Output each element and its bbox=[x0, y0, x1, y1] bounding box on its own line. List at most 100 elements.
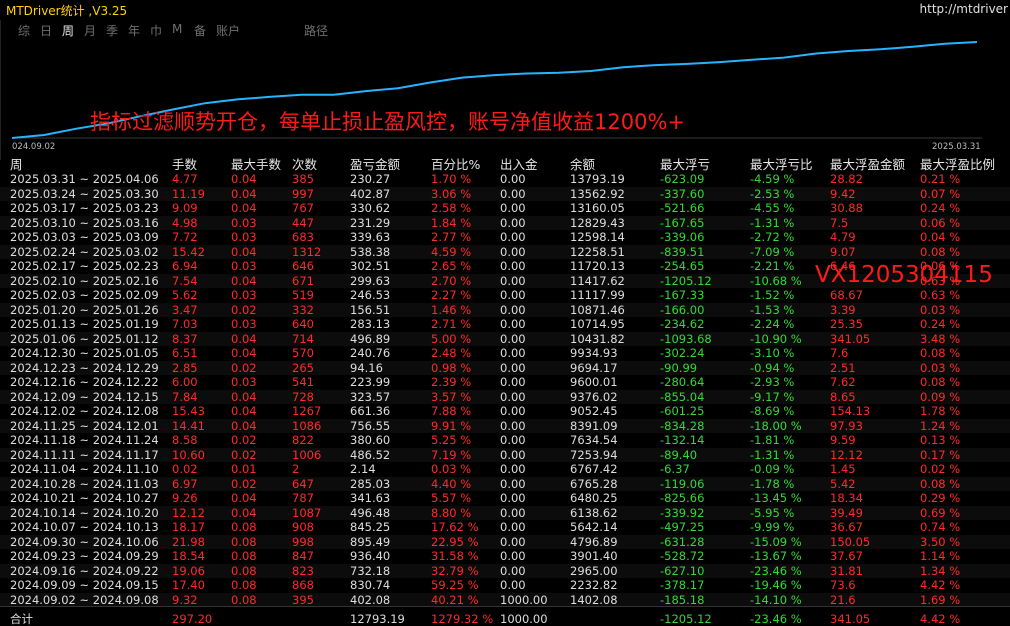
hdr-deposit[interactable]: 出入金 bbox=[500, 154, 538, 172]
cell-count: 541 bbox=[292, 375, 314, 389]
hdr-count[interactable]: 次数 bbox=[292, 154, 317, 172]
cell-week: 2025.03.03 ~ 2025.03.09 bbox=[10, 230, 159, 244]
table-row[interactable]: 2025.01.06 ~ 2025.01.12 8.37 0.04 714 496.89… bbox=[0, 331, 1010, 346]
table-row[interactable]: 2024.11.18 ~ 2024.11.24 8.58 0.02 822 380.60… bbox=[0, 433, 1010, 447]
hdr-max-float-loss-pct[interactable]: 最大浮亏比 bbox=[750, 154, 813, 172]
table-row[interactable]: 2024.09.30 ~ 2024.10.06 21.98 0.08 998 895.4… bbox=[0, 534, 1010, 549]
table-row[interactable]: 2024.12.02 ~ 2024.12.08 15.43 0.04 1267 661.… bbox=[0, 404, 1010, 418]
annotation-text: 指标过滤顺势开仓，每单止损止盈风控，账号净值收益1200%+ bbox=[90, 110, 685, 134]
cell-max-float-profit: 7.6 bbox=[830, 346, 849, 360]
cell-max-float-profit-pct: 1.78 % bbox=[920, 404, 961, 418]
cell-count: 1006 bbox=[292, 447, 322, 462]
table-row[interactable]: 2024.09.09 ~ 2024.09.15 17.40 0.08 868 830.7… bbox=[0, 578, 1010, 592]
table-row[interactable]: 2025.02.24 ~ 2025.03.02 15.42 0.04 1312 538.… bbox=[0, 244, 1010, 259]
cell-max-float-profit-pct: 0.02 % bbox=[920, 462, 961, 476]
table-row[interactable]: 2025.03.10 ~ 2025.03.16 4.98 0.03 447 231.29… bbox=[0, 215, 1010, 230]
cell-lots: 7.03 bbox=[172, 317, 198, 331]
cell-max-float-loss: -521.66 bbox=[660, 201, 705, 215]
cell-percent: 8.80 % bbox=[431, 505, 472, 520]
cell-deposit: 1000.00 bbox=[500, 612, 548, 626]
table-row[interactable]: 2024.12.16 ~ 2024.12.22 6.00 0.03 541 223.99… bbox=[0, 375, 1010, 389]
table-row[interactable]: 2024.11.11 ~ 2024.11.17 10.60 0.02 1006 486.… bbox=[0, 447, 1010, 462]
tab-note[interactable]: 备 bbox=[194, 22, 206, 39]
hdr-week[interactable]: 周 bbox=[10, 154, 23, 172]
tab-monthly[interactable]: 月 bbox=[84, 22, 96, 39]
table-row[interactable]: 2024.09.23 ~ 2024.09.29 18.54 0.08 847 936.4… bbox=[0, 549, 1010, 563]
left-border bbox=[0, 20, 1, 160]
table-row[interactable]: 2024.12.23 ~ 2024.12.29 2.85 0.02 265 94.16 0… bbox=[0, 360, 1010, 375]
tab-symbol[interactable]: 巾 bbox=[150, 22, 162, 39]
cell-max-float-profit-pct: 0.69 % bbox=[920, 505, 961, 520]
tab-account[interactable]: 账户 bbox=[216, 22, 240, 39]
table-row[interactable]: 2025.02.03 ~ 2025.02.09 5.62 0.03 519 246.53… bbox=[0, 288, 1010, 302]
hdr-profit[interactable]: 盈亏金额 bbox=[350, 154, 400, 172]
cell-lots: 3.47 bbox=[172, 302, 198, 317]
tab-weekly[interactable]: 周 bbox=[62, 22, 74, 39]
cell-max-float-loss-pct: -4.55 % bbox=[750, 201, 795, 215]
table-row[interactable]: 2025.03.24 ~ 2025.03.30 11.19 0.04 997 402.8… bbox=[0, 186, 1010, 201]
table-row[interactable]: 2024.12.30 ~ 2025.01.05 6.51 0.04 570 240.76… bbox=[0, 346, 1010, 360]
table-row[interactable]: 2024.11.04 ~ 2024.11.10 0.02 0.01 2 2.14 0.03… bbox=[0, 462, 1010, 476]
tab-yearly[interactable]: 年 bbox=[128, 22, 140, 39]
cell-max-float-loss: -185.18 bbox=[660, 592, 705, 607]
cell-max-lots: 0.04 bbox=[231, 389, 257, 404]
table-row[interactable]: 2024.10.28 ~ 2024.11.03 6.97 0.02 647 285.03… bbox=[0, 476, 1010, 491]
hdr-percent[interactable]: 百分比% bbox=[431, 154, 480, 172]
cell-week: 2025.02.24 ~ 2025.03.02 bbox=[10, 244, 159, 259]
cell-balance: 13562.92 bbox=[570, 186, 625, 201]
app-url[interactable]: http://mtdriver bbox=[920, 2, 1008, 16]
cell-deposit: 0.00 bbox=[500, 273, 526, 288]
cell-deposit: 0.00 bbox=[500, 288, 526, 302]
hdr-max-float-profit[interactable]: 最大浮盈金额 bbox=[830, 154, 905, 172]
cell-max-lots: 0.03 bbox=[231, 230, 257, 244]
hdr-max-float-profit-pct[interactable]: 最大浮盈比例 bbox=[920, 154, 995, 172]
table-row[interactable]: 2024.11.25 ~ 2024.12.01 14.41 0.04 1086 756.… bbox=[0, 418, 1010, 433]
hdr-max-lots[interactable]: 最大手数 bbox=[231, 154, 281, 172]
cell-count: 1312 bbox=[292, 244, 322, 259]
cell-week: 2025.03.31 ~ 2025.04.06 bbox=[10, 172, 159, 186]
footer-divider bbox=[0, 606, 1010, 607]
table-row[interactable]: 2025.01.13 ~ 2025.01.19 7.03 0.03 640 283.13… bbox=[0, 317, 1010, 331]
tab-overview[interactable]: 综 bbox=[18, 22, 30, 39]
cell-max-float-loss: -1205.12 bbox=[660, 273, 712, 288]
cell-max-lots: 0.04 bbox=[231, 491, 257, 505]
table-row[interactable]: 2024.10.14 ~ 2024.10.20 12.12 0.04 1087 496.… bbox=[0, 505, 1010, 520]
cell-max-float-profit: 9.59 bbox=[830, 433, 856, 447]
tab-daily[interactable]: 日 bbox=[40, 22, 52, 39]
title-bar: MTDriver统计 ,V3.25 http://mtdriver bbox=[0, 0, 1010, 20]
table-row[interactable]: 2025.01.20 ~ 2025.01.26 3.47 0.02 332 156.51… bbox=[0, 302, 1010, 317]
cell-deposit: 0.00 bbox=[500, 230, 526, 244]
table-row[interactable]: 2025.03.17 ~ 2025.03.23 9.09 0.04 767 330.62… bbox=[0, 201, 1010, 215]
cell-balance: 12829.43 bbox=[570, 215, 625, 230]
hdr-max-float-loss[interactable]: 最大浮亏 bbox=[660, 154, 710, 172]
tab-quarterly[interactable]: 季 bbox=[106, 22, 118, 39]
table-row[interactable]: 2024.10.21 ~ 2024.10.27 9.26 0.04 787 341.63… bbox=[0, 491, 1010, 505]
table-row[interactable]: 2025.03.03 ~ 2025.03.09 7.72 0.03 683 339.63… bbox=[0, 230, 1010, 244]
table-row[interactable]: 2024.10.07 ~ 2024.10.13 18.17 0.08 908 845.2… bbox=[0, 520, 1010, 534]
cell-deposit: 0.00 bbox=[500, 520, 526, 534]
table-row[interactable]: 2024.09.16 ~ 2024.09.22 19.06 0.08 823 732.1… bbox=[0, 563, 1010, 578]
table-row[interactable]: 2025.03.31 ~ 2025.04.06 4.77 0.04 385 230.27… bbox=[0, 172, 1010, 186]
table-total-row[interactable]: 合计 297.20 12793.19 1279.32 % 1000.00 -1205.12… bbox=[0, 612, 1010, 626]
cell-max-float-loss: -378.17 bbox=[660, 578, 705, 592]
tab-path[interactable]: 路径 bbox=[304, 22, 328, 39]
cell-max-float-loss: -855.04 bbox=[660, 389, 705, 404]
cell-max-float-loss-pct: -1.31 % bbox=[750, 215, 795, 230]
cell-deposit: 0.00 bbox=[500, 563, 526, 578]
cell-week: 2024.12.09 ~ 2024.12.15 bbox=[10, 389, 159, 404]
table-row[interactable]: 2024.12.09 ~ 2024.12.15 7.84 0.04 728 323.57… bbox=[0, 389, 1010, 404]
cell-balance: 2232.82 bbox=[570, 578, 618, 592]
tab-magic[interactable]: M bbox=[172, 22, 182, 36]
cell-max-lots: 0.04 bbox=[231, 505, 257, 520]
cell-max-float-profit: 28.82 bbox=[830, 172, 863, 186]
cell-balance: 6480.25 bbox=[570, 491, 618, 505]
cell-max-float-loss-pct: -1.31 % bbox=[750, 447, 795, 462]
cell-max-float-loss: -1205.12 bbox=[660, 612, 712, 626]
cell-max-float-loss-pct: -0.94 % bbox=[750, 360, 795, 375]
cell-week: 2025.02.10 ~ 2025.02.16 bbox=[10, 273, 159, 288]
cell-max-float-profit: 5.42 bbox=[830, 476, 856, 491]
cell-week: 2024.12.30 ~ 2025.01.05 bbox=[10, 346, 159, 360]
hdr-balance[interactable]: 余额 bbox=[570, 154, 595, 172]
table-row[interactable]: 2024.09.02 ~ 2024.09.08 9.32 0.08 395 402.08… bbox=[0, 592, 1010, 607]
hdr-lots[interactable]: 手数 bbox=[172, 154, 197, 172]
